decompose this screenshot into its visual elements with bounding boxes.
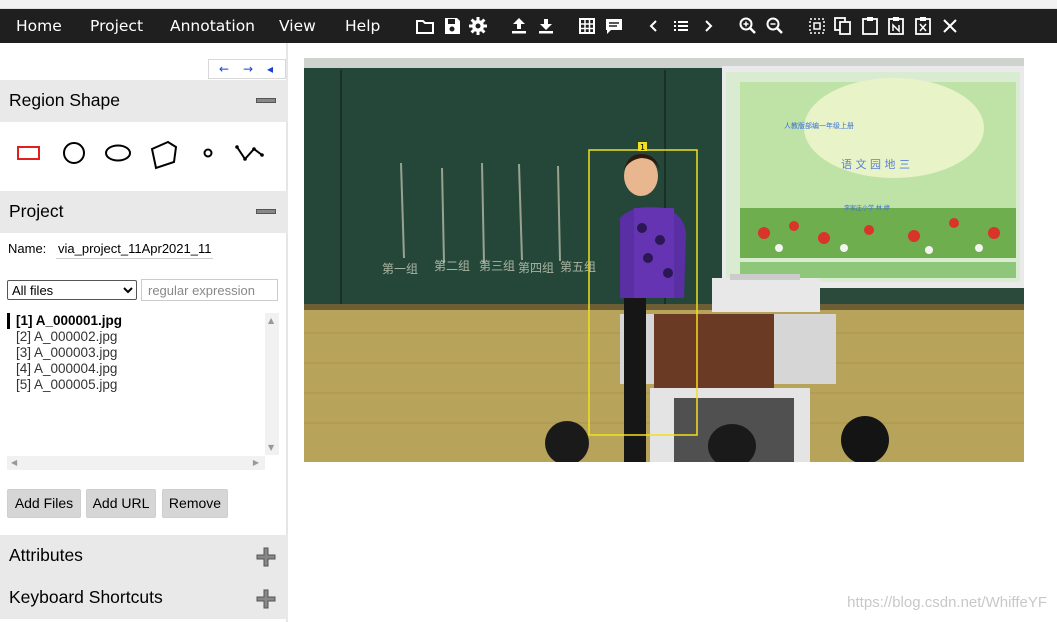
point-shape-icon[interactable] (200, 140, 216, 166)
zoom-in-icon[interactable] (737, 15, 759, 37)
menu-help[interactable]: Help (345, 9, 380, 43)
file-list-item[interactable]: [4] A_000004.jpg (7, 361, 265, 377)
file-list-item[interactable]: [3] A_000003.jpg (7, 345, 265, 361)
download-icon[interactable] (535, 15, 557, 37)
menu-project[interactable]: Project (90, 9, 143, 43)
remove-button[interactable]: Remove (162, 489, 228, 518)
watermark: https://blog.csdn.net/WhiffeYF (847, 594, 1047, 611)
file-list: [1] A_000001.jpg [2] A_000002.jpg [3] A_… (7, 313, 265, 455)
region-label: 1 (640, 143, 645, 152)
close-icon[interactable] (939, 15, 961, 37)
image-canvas[interactable]: 第一组 第二组 第三组 第四组 第五组 人教版部编一年级上册 语 文 园 地 三 (304, 58, 1024, 462)
window-top-strip (0, 0, 1057, 9)
expand-plus-icon[interactable] (255, 588, 277, 610)
attributes-header[interactable]: Attributes (0, 535, 288, 577)
attributes-title: Attributes (9, 545, 83, 565)
panel-left-arrow-icon[interactable]: ← (219, 60, 229, 78)
previous-chevron-icon[interactable] (643, 15, 665, 37)
select-all-regions-icon[interactable] (806, 15, 828, 37)
file-list-item[interactable]: [2] A_000002.jpg (7, 329, 265, 345)
project-header[interactable]: Project (0, 191, 288, 233)
classroom-photo: 第一组 第二组 第三组 第四组 第五组 人教版部编一年级上册 语 文 园 地 三 (304, 58, 1024, 462)
slide-title: 语 文 园 地 三 (841, 157, 910, 171)
scroll-left-arrow-icon[interactable]: ◀ (11, 458, 17, 467)
chalkboard-text: 第一组 (382, 262, 418, 276)
chalkboard-text: 第五组 (560, 260, 596, 274)
paste-icon[interactable] (859, 15, 881, 37)
rectangle-shape-icon[interactable] (16, 140, 42, 166)
copy-icon[interactable] (832, 15, 854, 37)
save-icon[interactable] (441, 15, 463, 37)
expand-plus-icon[interactable] (255, 546, 277, 568)
slide-author: 李家庄小学 林 婷 (844, 204, 890, 212)
collapse-minus-icon[interactable] (256, 98, 276, 103)
scroll-up-arrow-icon[interactable]: ▲ (268, 316, 274, 325)
file-filter-select[interactable]: All files (7, 280, 137, 300)
region-shape-title: Region Shape (9, 90, 120, 110)
region-shape-header[interactable]: Region Shape (0, 80, 288, 122)
project-title: Project (9, 201, 64, 221)
add-files-button[interactable]: Add Files (7, 489, 81, 518)
scroll-right-arrow-icon[interactable]: ▶ (253, 458, 259, 467)
slide-subtitle: 人教版部编一年级上册 (784, 121, 854, 130)
file-list-item[interactable]: [1] A_000001.jpg (7, 313, 265, 329)
keyboard-shortcuts-title: Keyboard Shortcuts (9, 587, 163, 607)
delete-region-icon[interactable] (912, 15, 934, 37)
add-url-button[interactable]: Add URL (86, 489, 156, 518)
folder-open-icon[interactable] (414, 15, 436, 37)
panel-nav-arrows: ← → ◂ (208, 59, 286, 79)
grid-view-icon[interactable] (576, 15, 598, 37)
left-sidebar: ← → ◂ Region Shape Project Name: All fil… (0, 43, 288, 622)
project-name-label: Name: (8, 241, 47, 256)
scroll-down-arrow-icon[interactable]: ▼ (268, 443, 274, 452)
comment-icon[interactable] (603, 15, 625, 37)
panel-collapse-icon[interactable]: ◂ (267, 60, 273, 78)
chalkboard-text: 第二组 (434, 259, 470, 273)
file-list-item[interactable]: [5] A_000005.jpg (7, 377, 265, 393)
paste-n-icon[interactable] (885, 15, 907, 37)
zoom-out-icon[interactable] (764, 15, 786, 37)
list-icon[interactable] (670, 15, 692, 37)
menu-annotation[interactable]: Annotation (170, 9, 255, 43)
keyboard-shortcuts-header[interactable]: Keyboard Shortcuts (0, 577, 288, 619)
file-list-horizontal-scrollbar[interactable]: ◀ ▶ (7, 456, 265, 470)
settings-gear-icon[interactable] (467, 15, 489, 37)
next-chevron-icon[interactable] (697, 15, 719, 37)
polyline-shape-icon[interactable] (235, 140, 265, 166)
polygon-shape-icon[interactable] (148, 140, 180, 170)
menu-home[interactable]: Home (16, 9, 62, 43)
ellipse-shape-icon[interactable] (104, 140, 132, 166)
regex-filter-input[interactable] (141, 279, 278, 301)
project-name-input[interactable] (56, 239, 213, 259)
upload-icon[interactable] (508, 15, 530, 37)
chalkboard-text: 第四组 (518, 261, 554, 275)
menu-bar: Home Project Annotation View Help (0, 9, 1057, 43)
circle-shape-icon[interactable] (61, 140, 87, 166)
menu-view[interactable]: View (279, 9, 316, 43)
file-list-vertical-scrollbar[interactable]: ▲ ▼ (265, 313, 279, 455)
chalkboard-text: 第三组 (479, 259, 515, 273)
panel-right-arrow-icon[interactable]: → (243, 60, 253, 78)
collapse-minus-icon[interactable] (256, 209, 276, 214)
